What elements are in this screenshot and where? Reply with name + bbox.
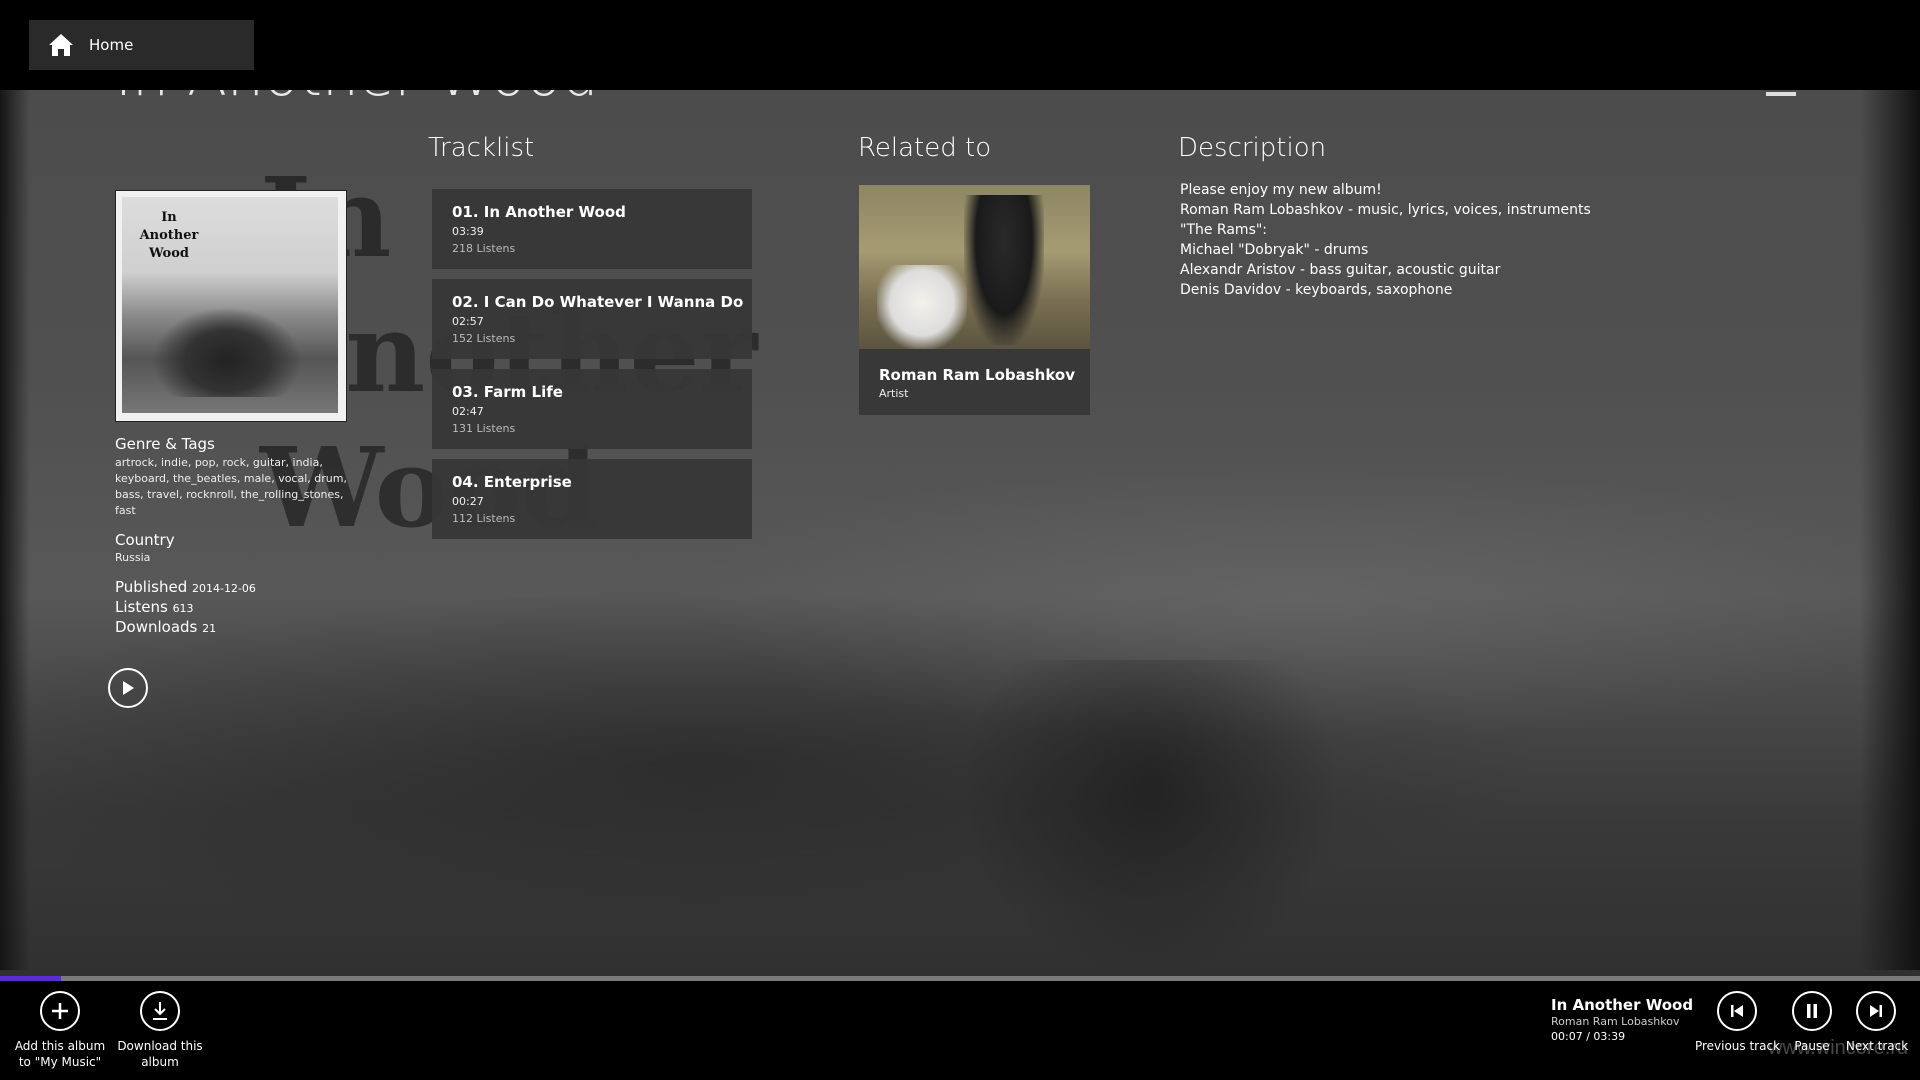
- listens-label: Listens: [115, 598, 168, 616]
- description-heading: Description: [1178, 133, 1327, 163]
- track-duration: 00:27: [452, 495, 484, 508]
- track-listens: 131 Listens: [452, 422, 516, 435]
- track-listens: 218 Listens: [452, 242, 516, 255]
- download-album-button[interactable]: [140, 991, 180, 1031]
- published-row: Published 2014-12-06: [115, 578, 256, 596]
- next-track-button[interactable]: [1856, 991, 1896, 1031]
- artist-name: Roman Ram Lobashkov: [879, 366, 1076, 384]
- album-cover-photo: In Another Wood: [122, 197, 338, 413]
- watermark: www.wincore.ru: [1768, 1037, 1909, 1059]
- background-figure: [960, 660, 1340, 980]
- track-title: 02. I Can Do Whatever I Wanna Do: [452, 293, 744, 311]
- bottom-app-bar: Add this album to "My Music" Download th…: [0, 981, 1920, 1080]
- album-cover: In Another Wood: [115, 190, 347, 422]
- play-album-button[interactable]: [108, 668, 148, 708]
- download-icon: [153, 1002, 167, 1020]
- country-label: Country: [115, 531, 175, 549]
- artist-photo: [859, 185, 1090, 349]
- add-label-line: Add this album: [14, 1039, 106, 1053]
- artist-photo-dog: [877, 265, 967, 349]
- menu-icon[interactable]: [1766, 92, 1796, 96]
- track-item[interactable]: 03. Farm Life 02:47 131 Listens: [432, 369, 752, 449]
- next-icon: [1870, 1005, 1882, 1017]
- description-text: Please enjoy my new album! Roman Ram Lob…: [1180, 180, 1591, 300]
- description-line: Please enjoy my new album!: [1180, 182, 1382, 198]
- track-item[interactable]: 02. I Can Do Whatever I Wanna Do 02:57 1…: [432, 279, 752, 359]
- downloads-label: Downloads: [115, 618, 198, 636]
- now-playing-title: In Another Wood: [1551, 996, 1694, 1014]
- album-cover-tractor: [152, 307, 302, 397]
- track-title: 04. Enterprise: [452, 473, 572, 491]
- genre-tags: artrock, indie, pop, rock, guitar, india…: [115, 456, 347, 517]
- country-value: Russia: [115, 551, 151, 564]
- genre-label: Genre & Tags: [115, 435, 215, 453]
- downloads-value: 21: [202, 622, 217, 635]
- description-line: Alexandr Aristov - bass guitar, acoustic…: [1180, 262, 1501, 278]
- published-value: 2014-12-06: [192, 582, 256, 595]
- description-line: "The Rams":: [1180, 222, 1268, 238]
- add-label-line: to "My Music": [18, 1055, 102, 1069]
- published-label: Published: [115, 578, 188, 596]
- album-cover-text: In Another Wood: [139, 210, 199, 261]
- background-edge-right: [1860, 90, 1920, 970]
- add-icon: [52, 1003, 68, 1019]
- related-heading: Related to: [858, 133, 992, 163]
- home-label: Home: [89, 36, 134, 54]
- now-playing-time: 00:07 / 03:39: [1551, 1030, 1626, 1043]
- track-title: 01. In Another Wood: [452, 203, 626, 221]
- download-label-line: Download this: [117, 1039, 203, 1053]
- track-listens: 152 Listens: [452, 332, 516, 345]
- artist-role: Artist: [879, 387, 909, 400]
- top-app-bar: Home: [0, 0, 1920, 90]
- previous-track-button[interactable]: [1717, 991, 1757, 1031]
- background-edge-left: [0, 90, 30, 970]
- description-line: Denis Davidov - keyboards, saxophone: [1180, 282, 1453, 298]
- play-icon: [123, 681, 134, 695]
- track-listens: 112 Listens: [452, 512, 516, 525]
- download-album-label: Download this album: [110, 1038, 210, 1070]
- add-to-my-music-label: Add this album to "My Music": [10, 1038, 110, 1070]
- artist-photo-person: [964, 195, 1044, 345]
- track-item[interactable]: 04. Enterprise 00:27 112 Listens: [432, 459, 752, 539]
- previous-icon: [1731, 1005, 1743, 1017]
- track-duration: 03:39: [452, 225, 484, 238]
- track-item[interactable]: 01. In Another Wood 03:39 218 Listens: [432, 189, 752, 269]
- pause-icon: [1807, 1004, 1817, 1018]
- listens-row: Listens 613: [115, 598, 194, 616]
- track-duration: 02:57: [452, 315, 484, 328]
- pause-button[interactable]: [1792, 991, 1832, 1031]
- related-artist-card[interactable]: Roman Ram Lobashkov Artist: [859, 185, 1090, 415]
- listens-value: 613: [172, 602, 194, 615]
- downloads-row: Downloads 21: [115, 618, 216, 636]
- home-icon: [49, 34, 73, 56]
- now-playing-artist: Roman Ram Lobashkov: [1551, 1015, 1680, 1028]
- track-duration: 02:47: [452, 405, 484, 418]
- download-label-line: album: [141, 1055, 179, 1069]
- add-to-my-music-button[interactable]: [40, 991, 80, 1031]
- home-button[interactable]: Home: [29, 20, 254, 70]
- track-title: 03. Farm Life: [452, 383, 563, 401]
- description-line: Michael "Dobryak" - drums: [1180, 242, 1369, 258]
- tracklist-heading: Tracklist: [428, 133, 535, 163]
- description-line: Roman Ram Lobashkov - music, lyrics, voi…: [1180, 202, 1591, 218]
